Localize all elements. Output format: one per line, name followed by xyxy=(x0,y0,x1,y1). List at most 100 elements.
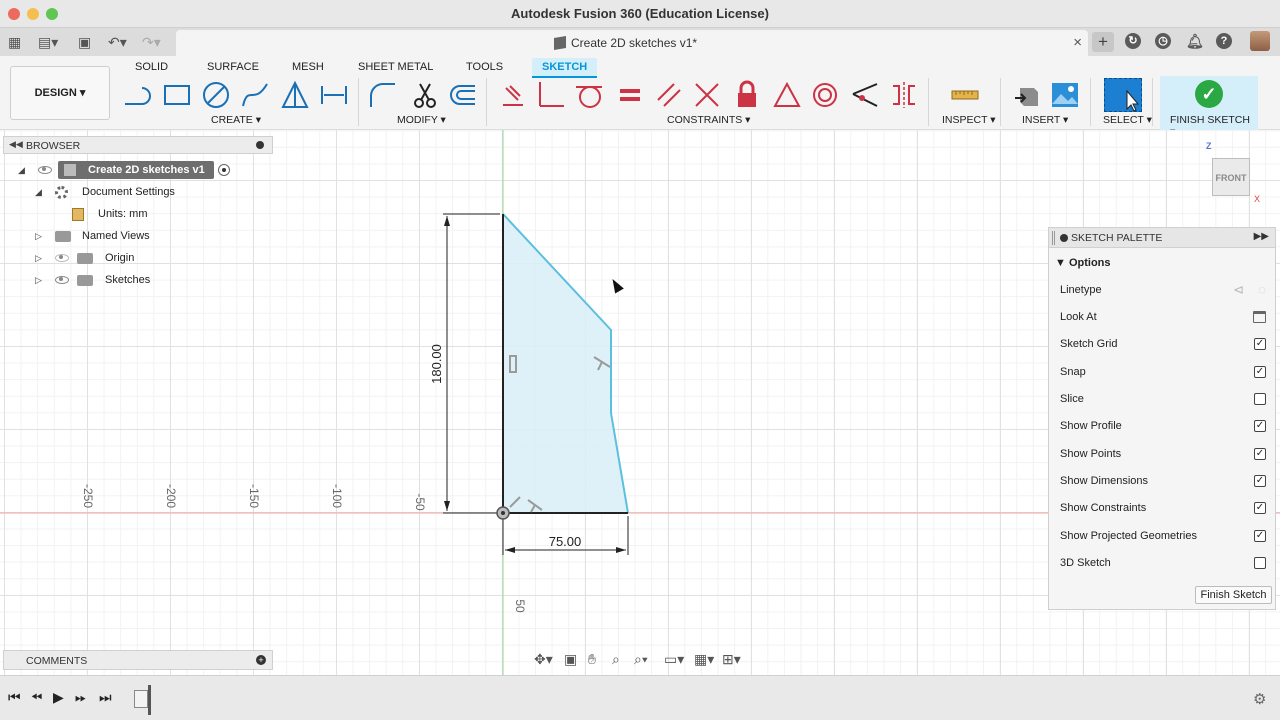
insert-derive-icon[interactable] xyxy=(1012,80,1042,110)
show-points-checkbox[interactable]: ✓ xyxy=(1254,448,1266,460)
close-tab-icon[interactable]: × xyxy=(1073,34,1082,51)
offset-tool-icon[interactable] xyxy=(448,80,478,110)
viewcube-front-face[interactable]: FRONT xyxy=(1212,158,1250,196)
select-menu[interactable]: SELECT ▾ xyxy=(1103,114,1152,126)
insert-menu[interactable]: INSERT ▾ xyxy=(1022,114,1068,126)
polygon-tool-icon[interactable] xyxy=(280,80,310,110)
palette-finish-sketch-button[interactable]: Finish Sketch xyxy=(1195,586,1272,604)
constraints-menu[interactable]: CONSTRAINTS ▾ xyxy=(667,114,750,126)
finish-sketch-button[interactable]: ✓ FINISH SKETCH ▾ xyxy=(1160,76,1258,138)
expand-triangle-icon[interactable]: ▷ xyxy=(35,227,42,245)
browser-item-named-views[interactable]: ▷ Named Views xyxy=(0,227,276,245)
fillet-tool-icon[interactable] xyxy=(368,80,398,110)
circle-tool-icon[interactable] xyxy=(201,80,231,110)
create-menu[interactable]: CREATE ▾ xyxy=(211,114,261,126)
visibility-eye-icon[interactable] xyxy=(38,166,52,174)
rectangle-tool-icon[interactable] xyxy=(162,80,192,110)
equal-constraint-icon[interactable] xyxy=(615,80,645,110)
browser-item-units[interactable]: Units: mm xyxy=(0,205,276,223)
spline-tool-icon[interactable] xyxy=(240,80,270,110)
browser-item-sketches[interactable]: ▷ Sketches xyxy=(0,271,276,289)
show-constraints-checkbox[interactable]: ✓ xyxy=(1254,502,1266,514)
centerline-linetype-icon[interactable]: ◌ xyxy=(1258,281,1266,299)
visibility-eye-icon[interactable] xyxy=(55,276,69,284)
pan-hand-icon[interactable]: ✋︎ xyxy=(588,651,596,668)
options-section-header[interactable]: ▼ Options xyxy=(1055,257,1111,269)
expand-triangle-icon[interactable]: ▷ xyxy=(35,249,42,267)
select-tool-icon[interactable] xyxy=(1104,78,1142,112)
play-icon[interactable]: ▶ xyxy=(53,689,64,706)
help-icon[interactable]: ? xyxy=(1216,33,1232,49)
data-panel-grid-icon[interactable]: ▦ xyxy=(8,33,21,51)
browser-pin-icon[interactable] xyxy=(256,141,264,149)
hidden-eye-icon[interactable] xyxy=(55,254,69,262)
tab-mesh[interactable]: MESH xyxy=(292,58,324,76)
redo-icon[interactable]: ↷▾ xyxy=(142,33,161,51)
show-dimensions-checkbox[interactable]: ✓ xyxy=(1254,475,1266,487)
perpendicular-cross-constraint-icon[interactable] xyxy=(692,80,722,110)
tab-sketch[interactable]: SKETCH xyxy=(532,58,598,78)
new-tab-button[interactable]: + xyxy=(1092,32,1114,52)
browser-header[interactable]: ◀◀ BROWSER xyxy=(3,136,273,154)
fit-zoom-icon[interactable]: ⌕▾ xyxy=(634,651,648,668)
construction-linetype-icon[interactable]: ⊲ xyxy=(1233,281,1244,299)
measure-ruler-icon[interactable] xyxy=(950,80,980,110)
line-tool-icon[interactable] xyxy=(122,80,152,110)
tab-solid[interactable]: SOLID xyxy=(135,58,168,76)
document-tab[interactable]: Create 2D sketches v1* × xyxy=(176,30,1088,56)
midpoint-constraint-icon[interactable] xyxy=(772,80,802,110)
perpendicular-constraint-icon[interactable] xyxy=(536,80,566,110)
timeline-marker-handle[interactable] xyxy=(148,685,151,715)
snap-checkbox[interactable]: ✓ xyxy=(1254,366,1266,378)
dimension-horizontal-text[interactable]: 75.00 xyxy=(549,534,582,549)
insert-canvas-image-icon[interactable] xyxy=(1050,80,1080,110)
3d-sketch-checkbox[interactable] xyxy=(1254,557,1266,569)
modify-menu[interactable]: MODIFY ▾ xyxy=(397,114,446,126)
drag-grip-icon[interactable] xyxy=(1052,231,1055,245)
show-projected-geometries-checkbox[interactable]: ✓ xyxy=(1254,530,1266,542)
collapse-triangle-icon[interactable]: ◢ xyxy=(35,183,42,201)
step-back-icon[interactable]: ⏪︎ xyxy=(31,689,42,706)
sketch-palette-header[interactable]: SKETCH PALETTE ▶▶ xyxy=(1049,228,1275,248)
notifications-bell-icon[interactable]: 🔔︎ xyxy=(1186,33,1204,49)
timeline-settings-gear-icon[interactable]: ⚙ xyxy=(1253,690,1266,708)
expand-triangle-icon[interactable]: ▷ xyxy=(35,271,42,289)
slice-checkbox[interactable] xyxy=(1254,393,1266,405)
go-to-start-icon[interactable]: ⏮︎ xyxy=(8,689,21,706)
activate-radio-icon[interactable] xyxy=(218,164,230,176)
browser-root-node[interactable]: ◢ Create 2D sketches v1 xyxy=(0,161,276,179)
go-to-end-icon[interactable]: ⏭︎ xyxy=(99,689,112,706)
tangent-constraint-icon[interactable] xyxy=(574,80,604,110)
timeline-sketch-feature-icon[interactable] xyxy=(134,690,148,708)
extensions-icon[interactable]: ↻ xyxy=(1125,33,1141,49)
browser-item-document-settings[interactable]: ◢ Document Settings xyxy=(0,183,276,201)
sketch-dimension-tool-icon[interactable] xyxy=(319,80,349,110)
zoom-icon[interactable]: ⌕ xyxy=(612,651,620,668)
add-comment-icon[interactable]: + xyxy=(256,655,266,665)
collinear-constraint-icon[interactable] xyxy=(850,80,880,110)
parallel-constraint-icon[interactable] xyxy=(654,80,684,110)
file-menu-icon[interactable]: ▤▾ xyxy=(38,33,58,51)
tab-tools[interactable]: TOOLS xyxy=(466,58,503,76)
coincident-constraint-icon[interactable] xyxy=(498,80,528,110)
workspace-switcher-button[interactable]: DESIGN ▾ xyxy=(10,66,110,120)
symmetry-constraint-icon[interactable] xyxy=(889,80,919,110)
job-status-icon[interactable]: ◷ xyxy=(1155,33,1171,49)
save-icon[interactable]: ▣ xyxy=(78,33,91,51)
orbit-icon[interactable]: ✥▾ xyxy=(534,651,553,668)
grid-snaps-icon[interactable]: ▦▾ xyxy=(694,651,714,668)
undo-icon[interactable]: ↶▾ xyxy=(108,33,127,51)
tab-sheet-metal[interactable]: SHEET METAL xyxy=(358,58,433,76)
fix-lock-constraint-icon[interactable] xyxy=(732,80,762,110)
display-settings-icon[interactable]: ▭▾ xyxy=(664,651,684,668)
inspect-menu[interactable]: INSPECT ▾ xyxy=(942,114,996,126)
browser-item-origin[interactable]: ▷ Origin xyxy=(0,249,276,267)
sketch-grid-checkbox[interactable]: ✓ xyxy=(1254,338,1266,350)
trim-scissors-icon[interactable] xyxy=(410,80,440,110)
look-at-calendar-icon[interactable] xyxy=(1253,311,1266,323)
user-avatar[interactable] xyxy=(1250,31,1270,51)
tab-surface[interactable]: SURFACE xyxy=(207,58,259,76)
expand-palette-icon[interactable]: ▶▶ xyxy=(1254,231,1269,242)
show-profile-checkbox[interactable]: ✓ xyxy=(1254,420,1266,432)
step-forward-icon[interactable]: ⏩︎ xyxy=(75,689,86,706)
